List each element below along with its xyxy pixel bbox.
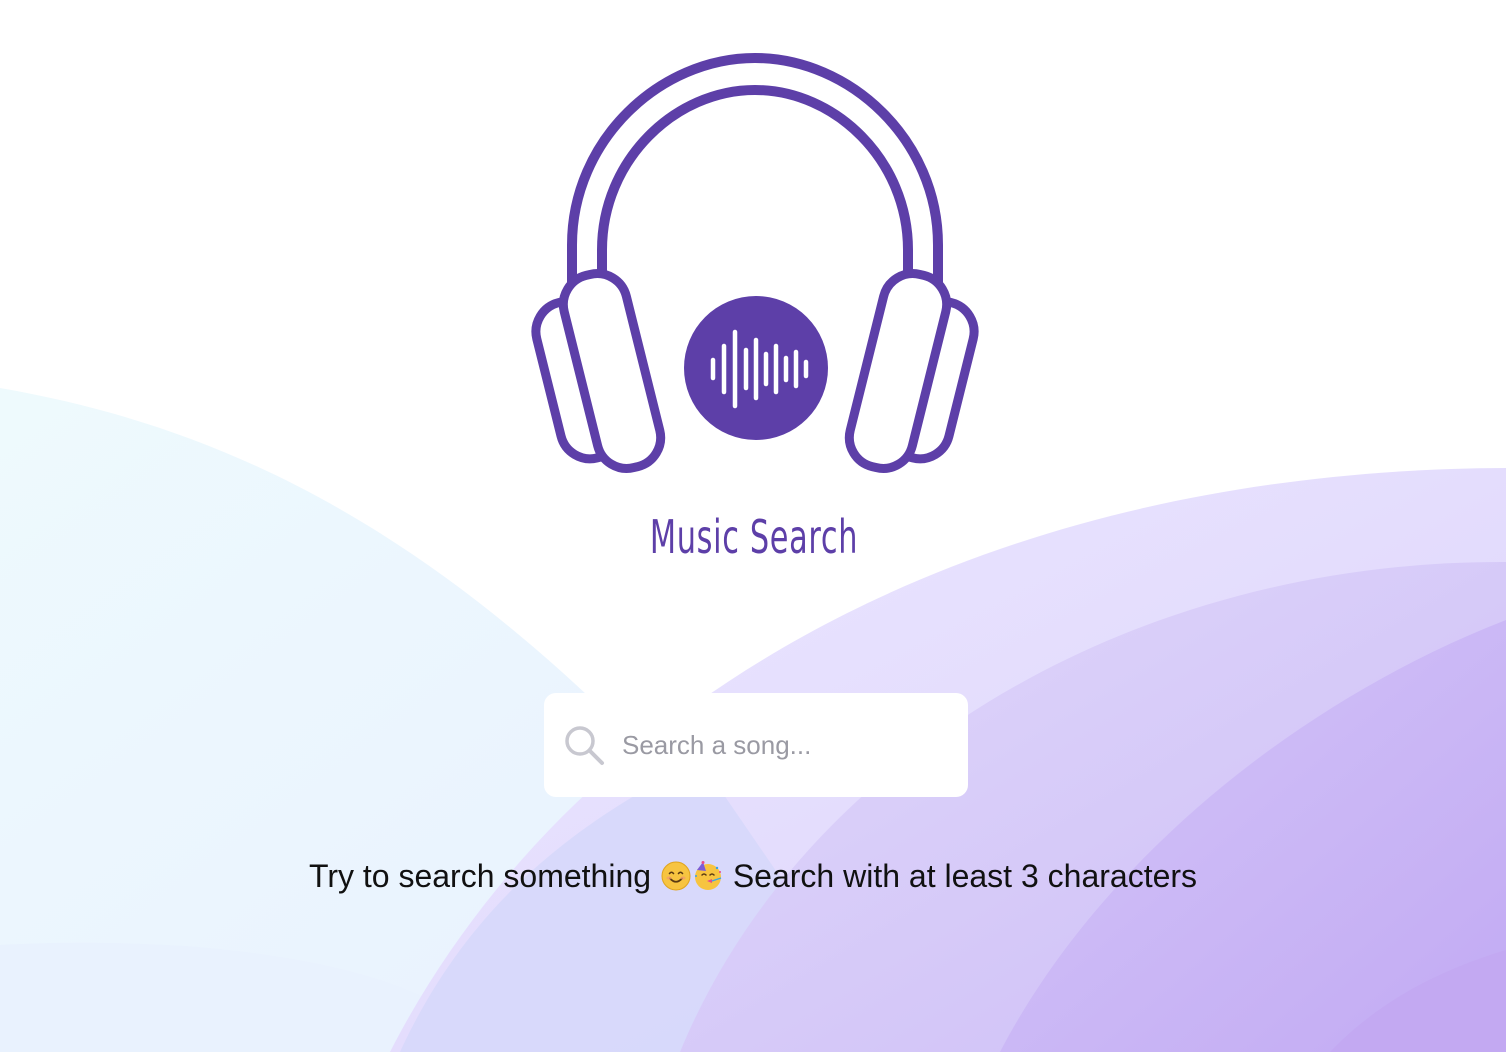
search-bar[interactable] — [544, 693, 968, 797]
partying-face-emoji-icon — [694, 861, 722, 890]
app-logo — [510, 40, 1000, 580]
smiling-face-emoji-icon — [661, 861, 691, 891]
search-hint: Try to search something Search with at l… — [0, 858, 1506, 895]
page: Music Search Try to search something — [0, 0, 1506, 1052]
app-title: Music Search — [649, 510, 859, 564]
hint-text-before: Try to search something — [308, 858, 652, 894]
headphones-icon — [531, 52, 979, 473]
search-icon — [565, 726, 604, 765]
search-input[interactable] — [622, 729, 942, 761]
hint-text-after: Search with at least 3 characters — [732, 858, 1198, 894]
